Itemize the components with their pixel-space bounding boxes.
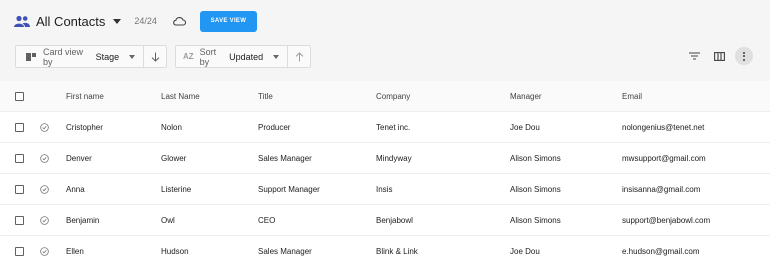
cell-title: Support Manager: [258, 184, 320, 194]
cell-company: Tenet inc.: [376, 122, 411, 132]
toolbar: Card view by Stage AZ Sort by Updated: [15, 45, 311, 68]
row-checkbox[interactable]: [15, 184, 24, 194]
caret-down-icon: [273, 54, 280, 59]
title-row: All Contacts 24/24 SAVE VIEW: [14, 10, 257, 32]
sort-direction-down-button[interactable]: [144, 46, 166, 67]
cell-last-name: Owl: [161, 215, 175, 225]
cell-first-name: Anna: [66, 184, 85, 194]
view-header: All Contacts 24/24 SAVE VIEW Card view b…: [0, 0, 770, 81]
sort-prefix: Sort by: [199, 46, 217, 67]
cell-email: e.hudson@gmail.com: [622, 247, 700, 256]
column-header-last-name[interactable]: Last Name: [161, 81, 200, 111]
sort-az-icon: AZ: [183, 52, 194, 61]
table-row[interactable]: Anna Listerine Support Manager Insis Ali…: [0, 174, 770, 205]
column-header-first-name[interactable]: First name: [66, 81, 104, 111]
column-header-title[interactable]: Title: [258, 81, 273, 111]
cell-email: support@benjabowl.com: [622, 215, 711, 225]
cell-title: Sales Manager: [258, 153, 312, 163]
cell-last-name: Listerine: [161, 184, 192, 194]
check-circle-icon: [40, 184, 49, 194]
cell-manager: Alison Simons: [510, 215, 561, 225]
caret-down-icon[interactable]: [113, 18, 122, 24]
check-circle-icon: [40, 215, 49, 225]
cell-title: Sales Manager: [258, 247, 312, 256]
arrow-down-icon: [151, 52, 159, 62]
cell-manager: Joe Dou: [510, 247, 540, 256]
row-checkbox[interactable]: [15, 215, 24, 225]
cell-company: Blink & Link: [376, 247, 418, 256]
card-view-prefix: Card view by: [43, 46, 84, 67]
row-checkbox[interactable]: [15, 247, 24, 256]
card-view-icon: [26, 52, 36, 61]
more-options-button[interactable]: [735, 47, 753, 65]
row-checkbox[interactable]: [15, 122, 24, 132]
cell-company: Benjabowl: [376, 215, 413, 225]
cloud-icon: [173, 17, 186, 26]
table-row[interactable]: Cristopher Nolon Producer Tenet inc. Joe…: [0, 112, 770, 143]
card-view-control: Card view by Stage: [15, 45, 167, 68]
more-vertical-icon: [743, 51, 745, 61]
table-row[interactable]: Benjamin Owl CEO Benjabowl Alison Simons…: [0, 205, 770, 236]
cell-title: CEO: [258, 215, 276, 225]
check-circle-icon: [40, 247, 49, 256]
table-header-row: First name Last Name Title Company Manag…: [0, 81, 770, 112]
sort-value: Updated: [229, 51, 264, 62]
column-header-company[interactable]: Company: [376, 81, 410, 111]
cell-first-name: Denver: [66, 153, 92, 163]
column-header-manager[interactable]: Manager: [510, 81, 542, 111]
contacts-table: First name Last Name Title Company Manag…: [0, 81, 770, 267]
cell-last-name: Hudson: [161, 247, 189, 256]
cell-manager: Alison Simons: [510, 184, 561, 194]
record-count: 24/24: [134, 16, 157, 26]
cell-last-name: Glower: [161, 153, 187, 163]
cell-last-name: Nolon: [161, 122, 182, 132]
view-title[interactable]: All Contacts: [36, 14, 105, 29]
cell-first-name: Cristopher: [66, 122, 103, 132]
cell-company: Insis: [376, 184, 393, 194]
card-view-value: Stage: [95, 51, 120, 62]
card-view-select[interactable]: Card view by Stage: [16, 46, 143, 67]
sort-control: AZ Sort by Updated: [175, 45, 311, 68]
cell-email: nolongenius@tenet.net: [622, 122, 705, 132]
check-circle-icon: [40, 122, 49, 132]
sort-select[interactable]: AZ Sort by Updated: [176, 46, 287, 67]
cell-first-name: Ellen: [66, 247, 84, 256]
filter-icon: [688, 52, 700, 60]
column-header-email[interactable]: Email: [622, 81, 642, 111]
cell-first-name: Benjamin: [66, 215, 100, 225]
cell-manager: Alison Simons: [510, 153, 561, 163]
row-checkbox[interactable]: [15, 153, 24, 163]
arrow-up-icon: [295, 51, 303, 61]
select-all-checkbox[interactable]: [15, 91, 24, 101]
table-row[interactable]: Denver Glower Sales Manager Mindyway Ali…: [0, 143, 770, 174]
check-circle-icon: [40, 153, 49, 163]
cell-title: Producer: [258, 122, 291, 132]
caret-down-icon: [129, 54, 136, 59]
cell-email: mwsupport@gmail.com: [622, 153, 706, 163]
cell-company: Mindyway: [376, 153, 412, 163]
columns-button[interactable]: [710, 47, 728, 65]
people-icon: [14, 15, 30, 27]
save-view-button[interactable]: SAVE VIEW: [199, 10, 257, 32]
columns-icon: [713, 51, 725, 61]
table-row[interactable]: Ellen Hudson Sales Manager Blink & Link …: [0, 236, 770, 267]
filter-button[interactable]: [685, 47, 703, 65]
view-actions: [678, 47, 753, 65]
cell-email: insisanna@gmail.com: [622, 184, 701, 194]
cell-manager: Joe Dou: [510, 122, 540, 132]
sort-direction-up-button[interactable]: [288, 46, 310, 67]
